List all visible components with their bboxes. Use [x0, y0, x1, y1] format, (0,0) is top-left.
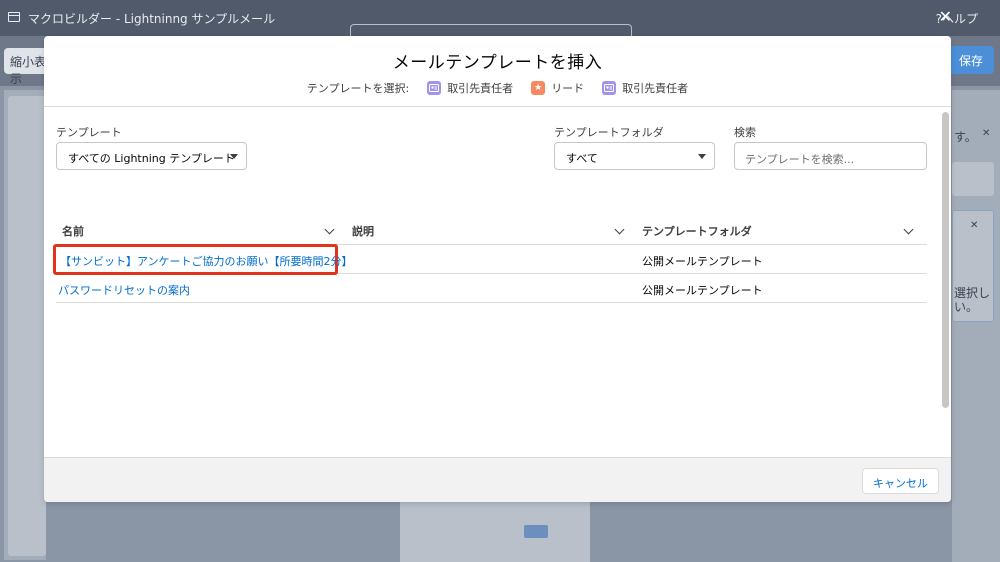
template-folder: 公開メールテンプレート: [642, 284, 763, 297]
template-type-selector: テンプレートを選択: 取引先責任者 ★ リード 取引先責任者: [44, 80, 951, 96]
lead-star-icon: ★: [531, 81, 546, 95]
save-button[interactable]: 保存: [948, 46, 994, 74]
contact-card-icon: [602, 81, 617, 95]
template-folder: 公開メールテンプレート: [642, 255, 763, 268]
modal-body: テンプレート すべての Lightning テンプレート テンプレートフォルダ …: [44, 108, 951, 457]
type-option-contact-2[interactable]: 取引先責任者: [622, 80, 688, 96]
chevron-down-icon: [230, 154, 238, 159]
right-panel: [952, 90, 1000, 562]
chevron-down-icon[interactable]: [903, 224, 914, 235]
right-panel-text: す。: [954, 130, 977, 144]
template-table: 名前 説明 テンプレートフォルダ 【サンビット】アンケートご協力のお願い【所要時…: [53, 216, 927, 303]
modal-title: メールテンプレートを挿入: [392, 53, 603, 73]
chevron-down-icon[interactable]: [324, 224, 335, 235]
right-panel-text: い。: [954, 300, 979, 314]
table-row[interactable]: パスワードリセットの案内 公開メールテンプレート: [56, 274, 927, 303]
close-icon[interactable]: ✕: [939, 9, 952, 25]
contact-card-icon: [427, 81, 442, 95]
search-input[interactable]: [734, 142, 927, 170]
modal-footer: キャンセル: [44, 457, 951, 502]
folder-field-label: テンプレートフォルダ: [554, 126, 664, 139]
modal-header: メールテンプレートを挿入 テンプレートを選択: 取引先責任者 ★ リード 取引先…: [44, 36, 951, 107]
table-header-row: 名前 説明 テンプレートフォルダ: [56, 216, 927, 245]
column-header-folder[interactable]: テンプレートフォルダ: [642, 223, 752, 239]
app-window-icon: [8, 12, 20, 22]
template-select-value: すべての Lightning テンプレート: [68, 152, 235, 165]
type-option-contact[interactable]: 取引先責任者: [447, 80, 513, 96]
insert-email-template-modal: メールテンプレートを挿入 テンプレートを選択: 取引先責任者 ★ リード 取引先…: [44, 36, 951, 502]
type-option-lead[interactable]: リード: [551, 80, 584, 96]
folder-select[interactable]: すべて: [554, 142, 715, 170]
template-field-label: テンプレート: [56, 126, 122, 139]
search-field-label: 検索: [734, 126, 756, 139]
column-header-description[interactable]: 説明: [352, 223, 374, 239]
folder-select-value: すべて: [566, 152, 598, 165]
app-title: マクロビルダー - Lightninng サンプルメール: [28, 12, 276, 26]
template-name-link[interactable]: 【サンビット】アンケートご協力のお願い【所要時間2分】: [60, 253, 353, 269]
center-panel: [400, 502, 590, 562]
cancel-button[interactable]: キャンセル: [862, 468, 939, 494]
send-button[interactable]: [524, 525, 548, 538]
chevron-down-icon[interactable]: [614, 224, 625, 235]
column-header-name[interactable]: 名前: [62, 223, 84, 239]
table-row[interactable]: 【サンビット】アンケートご協力のお願い【所要時間2分】 公開メールテンプレート: [53, 244, 927, 275]
right-panel-close-icon[interactable]: ✕: [982, 128, 990, 139]
template-select[interactable]: すべての Lightning テンプレート: [56, 142, 247, 170]
chevron-down-icon: [698, 154, 706, 159]
template-name-link[interactable]: パスワードリセットの案内: [58, 282, 190, 298]
left-panel-card: [8, 96, 46, 556]
right-panel-card: [952, 162, 994, 196]
template-type-label: テンプレートを選択:: [306, 82, 410, 95]
right-card-close-icon[interactable]: ✕: [970, 220, 978, 231]
scrollbar[interactable]: [942, 112, 949, 408]
